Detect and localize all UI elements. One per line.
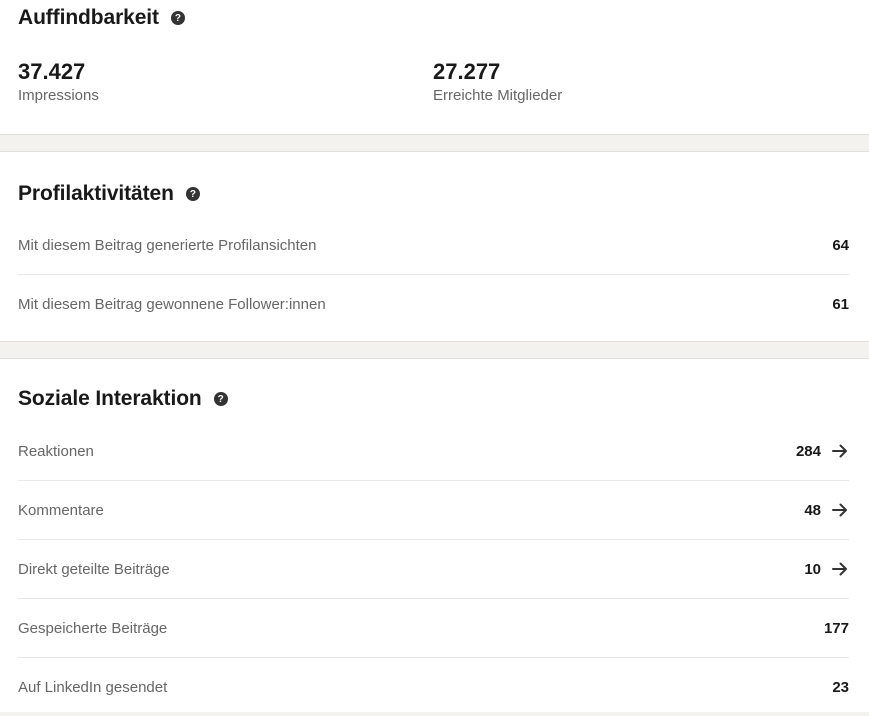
row-label: Mit diesem Beitrag gewonnene Follower:in…: [18, 295, 326, 313]
question-circle-icon[interactable]: ?: [213, 392, 228, 406]
impressions-metric: 37.427 Impressions: [18, 58, 99, 106]
discoverability-title: Auffindbarkeit: [18, 6, 159, 29]
comments-row[interactable]: Kommentare 48: [18, 481, 849, 540]
list-item: Mit diesem Beitrag gewonnene Follower:in…: [18, 275, 849, 333]
social-engagement-title: Soziale Interaktion: [18, 387, 202, 410]
members-reached-label: Erreichte Mitglieder: [433, 87, 563, 104]
arrow-right-icon[interactable]: [831, 442, 849, 460]
row-value: 177: [823, 619, 849, 637]
question-circle-icon[interactable]: ?: [170, 11, 185, 25]
members-reached-metric: 27.277 Erreichte Mitglieder: [433, 58, 562, 106]
row-label: Gespeicherte Beiträge: [18, 619, 168, 637]
reactions-row[interactable]: Reaktionen 284: [18, 422, 849, 481]
discoverability-title-row: Auffindbarkeit ?: [18, 6, 185, 30]
saves-row: Gespeicherte Beiträge 177: [18, 599, 849, 658]
arrow-right-icon[interactable]: [831, 501, 849, 519]
row-label: Kommentare: [18, 501, 104, 519]
profile-activity-title-row: Profilaktivitäten ?: [18, 182, 200, 206]
profile-activity-list: Mit diesem Beitrag generierte Profilansi…: [18, 216, 849, 333]
row-label: Mit diesem Beitrag generierte Profilansi…: [18, 236, 317, 254]
social-engagement-card: Soziale Interaktion ? Reaktionen 284 Kom…: [0, 358, 869, 712]
row-value: 48: [804, 501, 821, 519]
row-label: Direkt geteilte Beiträge: [18, 560, 170, 578]
profile-activity-card: Profilaktivitäten ? Mit diesem Beitrag g…: [0, 151, 869, 342]
row-value: 10: [804, 560, 821, 578]
row-value: 61: [832, 295, 849, 313]
sends-row: Auf LinkedIn gesendet 23: [18, 658, 849, 716]
profile-activity-title: Profilaktivitäten: [18, 182, 174, 205]
social-engagement-title-row: Soziale Interaktion ?: [18, 387, 228, 411]
row-label: Auf LinkedIn gesendet: [18, 678, 168, 696]
row-value: 23: [832, 678, 849, 696]
list-item: Mit diesem Beitrag generierte Profilansi…: [18, 216, 849, 275]
row-label: Reaktionen: [18, 442, 94, 460]
question-circle-icon[interactable]: ?: [185, 187, 200, 201]
impressions-value: 37.427: [18, 59, 86, 84]
members-reached-value: 27.277: [433, 59, 501, 84]
row-value: 284: [795, 442, 821, 460]
row-value: 64: [832, 236, 849, 254]
reposts-row[interactable]: Direkt geteilte Beiträge 10: [18, 540, 849, 599]
discoverability-card: Auffindbarkeit ? 37.427 Impressions 27.2…: [0, 0, 869, 135]
social-engagement-list: Reaktionen 284 Kommentare 48 Direkt gete…: [18, 422, 849, 716]
arrow-right-icon[interactable]: [831, 560, 849, 578]
impressions-label: Impressions: [18, 87, 99, 104]
